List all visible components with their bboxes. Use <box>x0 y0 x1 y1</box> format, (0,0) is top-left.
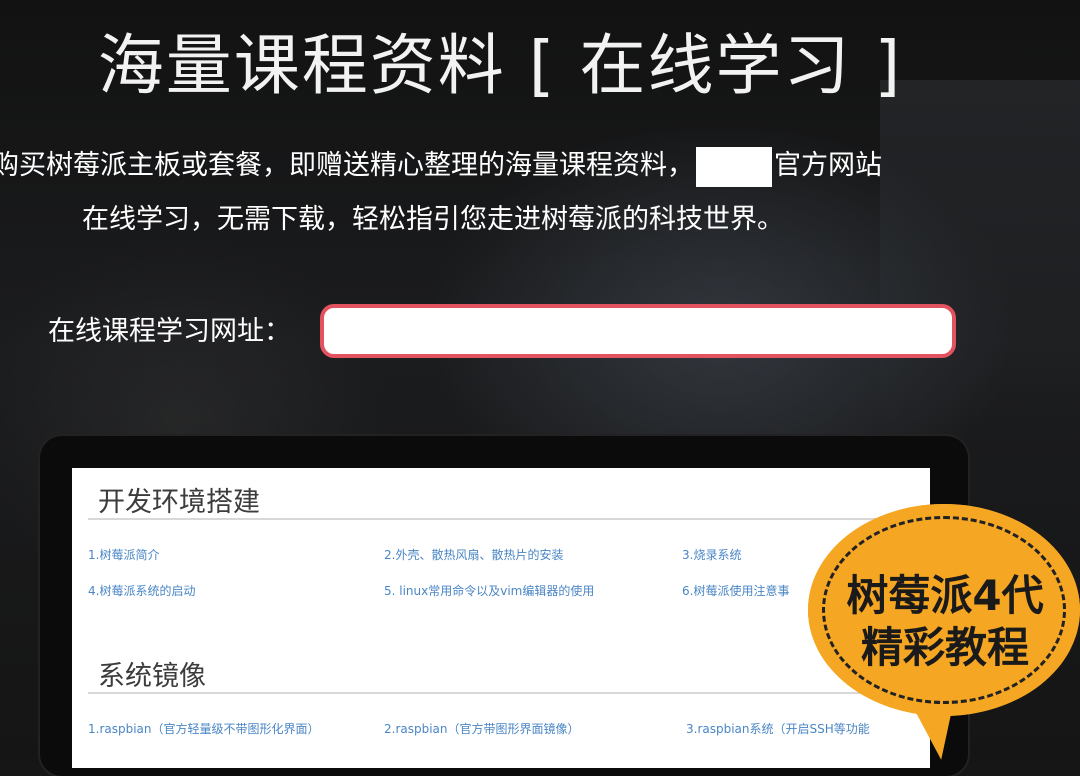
link-flash-system[interactable]: 3.烧录系统 <box>682 546 741 563</box>
intro-line-1: 购买树莓派主板或套餐，即赠送精心整理的海量课程资料， 官方网站 <box>0 144 882 188</box>
link-raspberry-intro[interactable]: 1.树莓派简介 <box>88 546 159 563</box>
link-raspbian-ssh[interactable]: 3.raspbian系统（开启SSH等功能 <box>686 720 870 737</box>
intro-line-1-text: 购买树莓派主板或套餐，即赠送精心整理的海量课程资料， <box>0 150 694 181</box>
badge-line-2: 精彩教程 <box>860 623 1029 672</box>
badge-line-1: 树莓派4代 <box>846 571 1044 620</box>
link-usage-notes[interactable]: 6.树莓派使用注意事 <box>682 582 789 599</box>
intro-line-1-suffix: 官方网站 <box>774 150 882 181</box>
course-url-field[interactable] <box>320 304 956 358</box>
link-linux-vim[interactable]: 5. linux常用命令以及vim编辑器的使用 <box>384 582 594 599</box>
link-raspbian-lite[interactable]: 1.raspbian（官方轻量级不带图形化界面） <box>88 720 320 737</box>
link-raspbian-desktop[interactable]: 2.raspbian（官方带图形界面镜像） <box>384 720 580 737</box>
section-heading-dev-env: 开发环境搭建 <box>98 487 260 518</box>
url-label: 在线课程学习网址： <box>48 316 291 347</box>
link-system-boot[interactable]: 4.树莓派系统的启动 <box>88 582 195 599</box>
section-divider <box>88 518 930 520</box>
laptop-screen: 开发环境搭建 1.树莓派简介 2.外壳、散热风扇、散热片的安装 3.烧录系统 4… <box>72 468 930 768</box>
page-title: 海量课程资料 [ 在线学习 ] <box>97 27 903 104</box>
intro-line-2: 在线学习，无需下载，轻松指引您走进树莓派的科技世界。 <box>82 204 784 235</box>
section-divider <box>88 692 930 694</box>
section-heading-system-image: 系统镜像 <box>98 661 206 692</box>
redacted-site-name <box>696 146 772 187</box>
background-decoration <box>880 80 1080 440</box>
link-case-fan-install[interactable]: 2.外壳、散热风扇、散热片的安装 <box>384 546 563 563</box>
